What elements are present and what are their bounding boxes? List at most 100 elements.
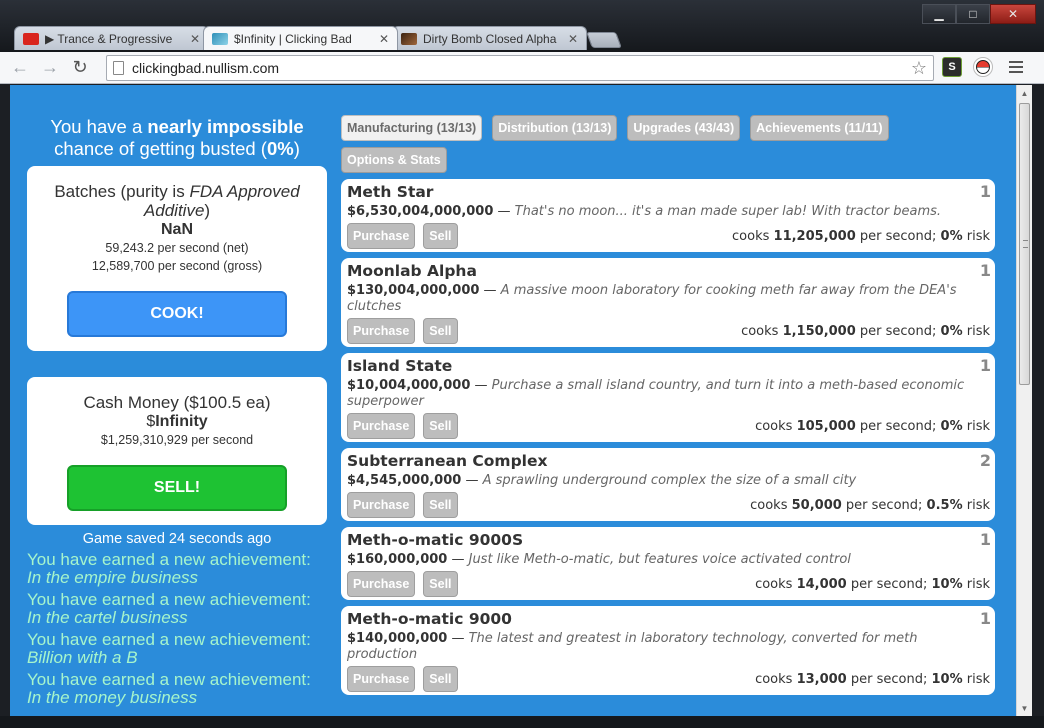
window-bottom-border	[0, 716, 1044, 728]
tab-upgrades[interactable]: Upgrades (43/43)	[627, 115, 741, 141]
purchase-button[interactable]: Purchase	[347, 492, 416, 518]
browser-tab-dirtybomb[interactable]: Dirty Bomb Closed Alpha ✕	[392, 26, 587, 50]
achievement-notice: You have earned a new achievement: In th…	[27, 590, 311, 627]
item-footer: Purchase Sell cooks 1,150,000 per second…	[347, 318, 990, 344]
cook-button[interactable]: COOK!	[67, 291, 287, 337]
item-rate: cooks 14,000 per second; 10% risk	[755, 576, 990, 592]
item-name: Subterranean Complex	[347, 452, 548, 470]
item-price: $10,004,000,000	[347, 378, 471, 393]
extension-s-icon[interactable]: S	[942, 57, 962, 77]
minimize-button[interactable]: ▁	[922, 4, 956, 24]
purchase-button[interactable]: Purchase	[347, 318, 416, 344]
address-url[interactable]: clickingbad.nullism.com	[132, 60, 911, 76]
window-titlebar: ▁ □ ✕ ▶ Trance & Progressive ✕ $Infinity…	[0, 0, 1044, 52]
item-footer: Purchase Sell cooks 14,000 per second; 1…	[347, 571, 990, 597]
tab-close-icon[interactable]: ✕	[190, 32, 200, 46]
back-arrow-icon[interactable]: ←	[8, 56, 32, 80]
sell-item-button[interactable]: Sell	[423, 666, 458, 692]
browser-tab-clickingbad[interactable]: $Infinity | Clicking Bad ✕	[203, 26, 398, 50]
new-tab-button[interactable]	[586, 32, 622, 48]
tab-options-stats[interactable]: Options & Stats	[341, 147, 447, 173]
cash-rate: $1,259,310,929 per second	[100, 433, 254, 447]
sell-item-button[interactable]: Sell	[423, 318, 458, 344]
item-name: Moonlab Alpha	[347, 262, 477, 280]
achievement-notice: You have earned a new achievement: Billi…	[27, 630, 311, 667]
browser-toolbar: ← → ↻ clickingbad.nullism.com ☆ S	[0, 52, 1044, 84]
item-rate: cooks 105,000 per second; 0% risk	[755, 418, 990, 434]
item-count: 1	[979, 182, 991, 201]
cash-title: Cash Money ($100.5 ea)	[83, 393, 271, 412]
sell-button[interactable]: SELL!	[67, 465, 287, 511]
bust-mid: chance of getting busted (	[54, 138, 267, 159]
item-price: $130,004,000,000	[347, 283, 480, 298]
item-name: Island State	[347, 357, 453, 375]
item-price: $4,545,000,000	[347, 473, 462, 488]
menu-icon[interactable]	[1006, 57, 1026, 77]
page-viewport: You have a nearly impossible chance of g…	[10, 85, 1016, 716]
item-price: $6,530,004,000,000	[347, 204, 494, 219]
item-count: 1	[979, 530, 991, 549]
address-bar[interactable]: clickingbad.nullism.com ☆	[106, 55, 934, 81]
bookmark-star-icon[interactable]: ☆	[911, 58, 927, 79]
item-price: $160,000,000	[347, 552, 448, 567]
dirtybomb-icon	[401, 32, 417, 45]
manufacturing-item: Island State 1 $10,004,000,000 — Purchas…	[341, 353, 995, 442]
item-name: Meth-o-matic 9000	[347, 610, 512, 628]
purchase-button[interactable]: Purchase	[347, 571, 416, 597]
forward-arrow-icon[interactable]: →	[38, 56, 62, 80]
manufacturing-item: Meth-o-matic 9000S 1 $160,000,000 — Just…	[341, 527, 995, 600]
batches-net-rate: 59,243.2 per second (net)	[105, 241, 249, 255]
tab-close-icon[interactable]: ✕	[379, 32, 389, 46]
maximize-button[interactable]: □	[956, 4, 990, 24]
browser-tab-youtube[interactable]: ▶ Trance & Progressive ✕	[14, 26, 209, 50]
sell-item-button[interactable]: Sell	[423, 492, 458, 518]
tab-manufacturing[interactable]: Manufacturing (13/13)	[341, 115, 483, 141]
bust-prefix: You have a	[50, 116, 148, 137]
item-description-line: $10,004,000,000 — Purchase a small islan…	[347, 378, 965, 409]
game-tab-bar: Manufacturing (13/13) Distribution (13/1…	[341, 115, 941, 173]
page-scrollbar[interactable]: ▲ ▼	[1016, 85, 1032, 716]
item-name: Meth Star	[347, 183, 434, 201]
cash-panel: Cash Money ($100.5 ea) $Infinity $1,259,…	[27, 377, 327, 525]
cash-value: $Infinity	[146, 413, 208, 430]
window-controls: ▁ □ ✕	[922, 4, 1036, 24]
grip-icon	[1023, 240, 1028, 248]
scroll-thumb[interactable]	[1019, 103, 1030, 385]
item-footer: Purchase Sell cooks 11,205,000 per secon…	[347, 223, 990, 249]
purchase-button[interactable]: Purchase	[347, 223, 416, 249]
purchase-button[interactable]: Purchase	[347, 413, 416, 439]
item-count: 2	[979, 451, 991, 470]
item-description-line: $160,000,000 — Just like Meth-o-matic, b…	[347, 552, 851, 567]
tab-title: Dirty Bomb Closed Alpha	[423, 31, 557, 46]
save-status: Game saved 24 seconds ago	[82, 531, 272, 547]
pokeball-extension-icon[interactable]	[973, 57, 993, 77]
batches-value: NaN	[160, 221, 193, 238]
reload-icon[interactable]: ↻	[68, 56, 92, 80]
manufacturing-item: Meth-o-matic 9000 1 $140,000,000 — The l…	[341, 606, 995, 695]
tab-distribution[interactable]: Distribution (13/13)	[492, 115, 618, 141]
item-description: That's no moon... it's a man made super …	[514, 204, 942, 219]
close-window-button[interactable]: ✕	[990, 4, 1036, 24]
tab-title: ▶ Trance & Progressive	[45, 31, 173, 46]
item-rate: cooks 1,150,000 per second; 0% risk	[741, 323, 990, 339]
scroll-down-arrow-icon[interactable]: ▼	[1017, 700, 1032, 716]
sell-item-button[interactable]: Sell	[423, 223, 458, 249]
item-description-line: $140,000,000 — The latest and greatest i…	[347, 631, 918, 662]
item-rate: cooks 11,205,000 per second; 0% risk	[732, 228, 990, 244]
manufacturing-item: Subterranean Complex 2 $4,545,000,000 — …	[341, 448, 995, 521]
purchase-button[interactable]: Purchase	[347, 666, 416, 692]
tab-close-icon[interactable]: ✕	[568, 32, 578, 46]
tab-achievements[interactable]: Achievements (11/11)	[750, 115, 889, 141]
item-description-line: $6,530,004,000,000 — That's no moon... i…	[347, 204, 942, 219]
sell-item-button[interactable]: Sell	[423, 571, 458, 597]
item-footer: Purchase Sell cooks 50,000 per second; 0…	[347, 492, 990, 518]
item-description: Just like Meth-o-matic, but features voi…	[468, 552, 851, 567]
scroll-up-arrow-icon[interactable]: ▲	[1017, 85, 1032, 101]
sell-item-button[interactable]: Sell	[423, 413, 458, 439]
item-rate: cooks 13,000 per second; 10% risk	[755, 671, 990, 687]
batches-panel: Batches (purity is FDA Approved Additive…	[27, 166, 327, 351]
item-footer: Purchase Sell cooks 13,000 per second; 1…	[347, 666, 990, 692]
achievement-notice: You have earned a new achievement: In th…	[27, 670, 311, 707]
item-description: A sprawling underground complex the size…	[482, 473, 857, 488]
bust-suffix: )	[293, 138, 300, 159]
